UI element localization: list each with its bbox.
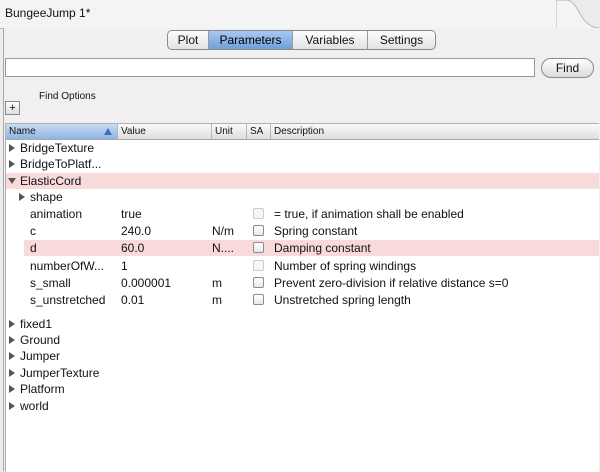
expand-arrow-icon[interactable] (9, 369, 15, 377)
row-name: fixed1 (20, 317, 53, 331)
document-tab-edge (556, 0, 600, 29)
column-header-unit[interactable]: Unit (212, 124, 247, 139)
tab-parameters[interactable]: Parameters (209, 31, 293, 49)
row-name: BridgeToPlatf... (20, 157, 102, 171)
row-name: c (30, 224, 36, 238)
row-name: BridgeTexture (20, 141, 95, 155)
table-row[interactable]: Jumper (6, 348, 599, 364)
collapse-arrow-icon[interactable] (8, 178, 16, 184)
row-name: Ground (20, 333, 61, 347)
table-row[interactable]: c 240.0 N/m Spring constant (6, 223, 599, 239)
table-row[interactable]: numberOfW... 1 Number of spring windings (6, 258, 599, 274)
expand-arrow-icon[interactable] (9, 336, 15, 344)
table-row[interactable]: fixed1 (6, 316, 599, 332)
expand-arrow-icon[interactable] (9, 160, 15, 168)
table-row[interactable]: s_unstretched 0.01 m Unstretched spring … (6, 292, 599, 308)
row-description: Unstretched spring length (274, 293, 411, 307)
table-row[interactable]: Platform (6, 381, 599, 397)
sort-ascending-icon (104, 128, 112, 135)
table-row[interactable]: animation true = true, if animation shal… (6, 206, 599, 222)
row-description: Spring constant (274, 224, 358, 238)
row-name: world (20, 399, 49, 413)
row-name: numberOfW... (30, 259, 105, 273)
table-row[interactable]: world (6, 398, 599, 414)
table-row[interactable]: s_small 0.000001 m Prevent zero-division… (6, 275, 599, 291)
table-row[interactable]: Ground (6, 332, 599, 348)
row-value[interactable]: true (121, 206, 211, 222)
expand-arrow-icon[interactable] (9, 385, 15, 393)
row-name: ElasticCord (20, 174, 82, 188)
parameters-table: Name Value Unit SA Description BridgeTex… (5, 123, 599, 472)
row-value[interactable]: 60.0 (121, 240, 211, 256)
find-options-label: Find Options (39, 91, 96, 102)
tab-variables[interactable]: Variables (293, 31, 368, 49)
column-header-value[interactable]: Value (118, 124, 212, 139)
expand-arrow-icon[interactable] (9, 144, 15, 152)
row-unit: m (212, 276, 222, 290)
sa-checkbox[interactable] (253, 294, 264, 305)
row-unit: m (212, 293, 222, 307)
row-value[interactable]: 0.01 (121, 292, 211, 308)
table-row[interactable]: d 60.0 N.... Damping constant (6, 240, 599, 256)
tab-settings[interactable]: Settings (368, 31, 435, 49)
row-unit: N.... (212, 241, 235, 255)
row-name: animation (30, 207, 83, 221)
sa-checkbox[interactable] (253, 242, 264, 253)
row-name: shape (30, 190, 63, 204)
row-name: s_small (30, 276, 71, 290)
sa-checkbox (253, 260, 264, 271)
table-row[interactable]: BridgeToPlatf... (6, 156, 599, 172)
sa-checkbox (253, 208, 264, 219)
row-name: s_unstretched (30, 293, 106, 307)
row-value[interactable]: 240.0 (121, 223, 211, 239)
row-description: = true, if animation shall be enabled (274, 207, 464, 221)
row-name: Platform (20, 382, 65, 396)
row-description: Prevent zero-division if relative distan… (274, 276, 509, 290)
column-header-name-label: Name (9, 126, 36, 137)
row-description: Damping constant (274, 241, 371, 255)
tab-plot[interactable]: Plot (168, 31, 209, 49)
find-button[interactable]: Find (541, 58, 594, 78)
table-row[interactable]: JumperTexture (6, 365, 599, 381)
row-name: Jumper (20, 349, 61, 363)
column-header-description[interactable]: Description (271, 124, 599, 139)
expand-arrow-icon[interactable] (9, 402, 15, 410)
expand-arrow-icon[interactable] (19, 193, 25, 201)
add-find-option-button[interactable]: + (5, 101, 20, 115)
row-value[interactable]: 1 (121, 258, 211, 274)
row-unit (212, 258, 247, 274)
document-title: BungeeJump 1* (5, 6, 91, 20)
row-unit (212, 206, 247, 222)
search-input[interactable] (5, 58, 535, 77)
sa-checkbox[interactable] (253, 277, 264, 288)
expand-arrow-icon[interactable] (9, 352, 15, 360)
row-name: d (30, 241, 37, 255)
table-row[interactable]: ElasticCord (6, 173, 599, 189)
table-row[interactable]: shape (6, 189, 599, 205)
table-header: Name Value Unit SA Description (6, 124, 599, 140)
column-header-sa[interactable]: SA (247, 124, 271, 139)
row-name: JumperTexture (20, 366, 100, 380)
column-header-name[interactable]: Name (6, 124, 118, 139)
row-description: Number of spring windings (274, 259, 417, 273)
view-tabs: Plot Parameters Variables Settings (167, 30, 436, 50)
table-row[interactable]: BridgeTexture (6, 140, 599, 156)
row-unit: N/m (212, 224, 234, 238)
row-value[interactable]: 0.000001 (121, 275, 211, 291)
expand-arrow-icon[interactable] (9, 320, 15, 328)
document-tab[interactable]: BungeeJump 1* (0, 0, 562, 29)
sa-checkbox[interactable] (253, 225, 264, 236)
